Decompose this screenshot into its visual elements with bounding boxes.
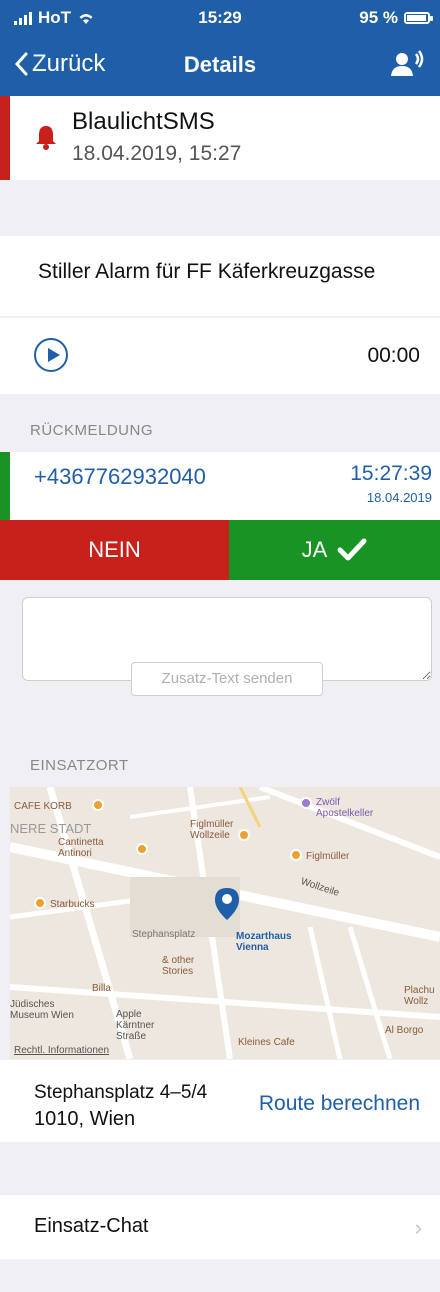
- nav-bar: Zurück Details: [0, 36, 440, 96]
- chat-row[interactable]: Einsatz-Chat ›: [0, 1195, 440, 1259]
- status-bar: HoT 15:29 95 %: [0, 0, 440, 36]
- map-legal-link[interactable]: Rechtl. Informationen: [14, 1045, 109, 1056]
- alarm-date: 18.04.2019, 15:27: [72, 142, 242, 165]
- map-poi: [92, 799, 104, 811]
- map-label: Stephansplatz: [132, 929, 196, 940]
- audio-player: 00:00: [0, 318, 440, 394]
- chat-label: Einsatz-Chat: [34, 1215, 149, 1237]
- spacer: [0, 180, 440, 236]
- map-poi: [34, 897, 46, 909]
- map-label: & other Stories: [162, 955, 195, 977]
- address-city: 1010, Wien: [34, 1108, 136, 1130]
- send-extra-text-button[interactable]: Zusatz-Text senden: [131, 662, 323, 696]
- alarm-header: BlaulichtSMS 18.04.2019, 15:27: [0, 96, 440, 180]
- route-button[interactable]: Route berechnen: [259, 1092, 420, 1116]
- map-view[interactable]: CAFE KORB NERE STADT Zwölf Apostelkeller…: [10, 787, 440, 1059]
- battery-percent: 95 %: [359, 8, 398, 27]
- alarm-indicator: [0, 96, 10, 180]
- map-label: Plachu Wollz: [404, 985, 435, 1007]
- location-pin-icon: [215, 888, 239, 920]
- map-label: Jüdisches Museum Wien: [10, 999, 74, 1021]
- alarm-message: Stiller Alarm für FF Käferkreuzgasse: [0, 236, 440, 316]
- page-title: Details: [183, 52, 257, 77]
- map-poi: [290, 849, 302, 861]
- map-label: Al Borgo: [385, 1025, 424, 1036]
- audio-time: 00:00: [367, 344, 420, 367]
- map-label: Mozarthaus Vienna: [236, 931, 292, 953]
- chevron-right-icon: ›: [414, 1215, 422, 1240]
- response-date: 18.04.2019: [366, 490, 432, 505]
- map-label: Kleines Cafe: [238, 1037, 295, 1048]
- map-label: Zwölf Apostelkeller: [316, 797, 374, 819]
- alarm-title: BlaulichtSMS: [72, 108, 215, 135]
- address-row: Stephansplatz 4–5/4 1010, Wien Route ber…: [0, 1060, 440, 1142]
- battery-group: 95 %: [359, 8, 433, 28]
- yes-label: JA: [301, 537, 328, 562]
- response-time: 15:27:39: [350, 462, 432, 485]
- map-label: Billa: [92, 983, 111, 994]
- voice-icon[interactable]: [390, 50, 424, 78]
- response-row: +4367762932040 15:27:39 18.04.2019: [0, 452, 440, 520]
- play-icon[interactable]: [34, 338, 68, 372]
- checkmark-icon: [337, 538, 367, 561]
- bell-icon: [36, 126, 56, 150]
- location-section-label: EINSATZORT: [30, 757, 129, 774]
- no-button[interactable]: NEIN: [0, 520, 229, 580]
- map-poi: [136, 843, 148, 855]
- map-label: Apple Kärntner Straße: [116, 1009, 155, 1042]
- map-label: Starbucks: [50, 899, 95, 910]
- response-phone[interactable]: +4367762932040: [34, 464, 206, 490]
- response-section-label: RÜCKMELDUNG: [30, 422, 154, 439]
- map-label: CAFE KORB: [14, 801, 72, 812]
- map-label: Cantinetta Antinori: [58, 837, 104, 859]
- map-label: NERE STADT: [10, 821, 92, 836]
- response-indicator: [0, 452, 10, 520]
- yes-button[interactable]: JA: [229, 520, 440, 580]
- map-poi: [300, 797, 312, 809]
- battery-icon: [404, 12, 433, 24]
- address-street: Stephansplatz 4–5/4: [34, 1082, 208, 1103]
- map-label: Figlmüller Wollzeile: [190, 819, 234, 841]
- map-label: Figlmüller: [306, 851, 350, 862]
